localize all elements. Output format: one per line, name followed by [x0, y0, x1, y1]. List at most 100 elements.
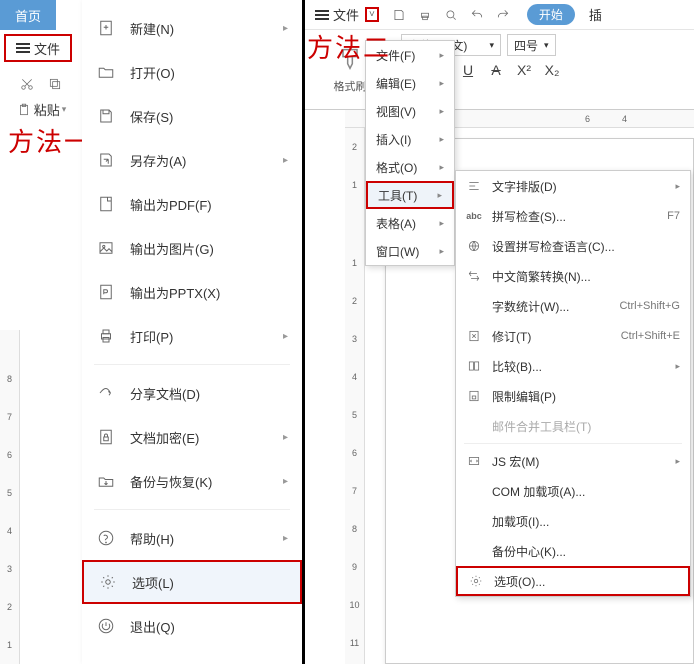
- menu-export-pptx[interactable]: 输出为PPTX(X): [82, 270, 302, 314]
- tool-word-count[interactable]: 字数统计(W)...Ctrl+Shift+G: [456, 291, 690, 321]
- cut-icon[interactable]: [19, 76, 35, 92]
- pdf-icon: [96, 194, 116, 214]
- tool-compare[interactable]: 比较(B)...▸: [456, 351, 690, 381]
- tab-insert[interactable]: 插: [589, 5, 602, 24]
- menu-share[interactable]: 分享文档(D): [82, 371, 302, 415]
- tool-spellcheck[interactable]: abc拼写检查(S)...F7: [456, 201, 690, 231]
- submenu-insert[interactable]: 插入(I)▸: [366, 125, 454, 153]
- submenu-tools[interactable]: 工具(T)▸: [366, 181, 454, 209]
- exit-icon: [96, 616, 116, 636]
- tab-home[interactable]: 首页: [0, 0, 56, 30]
- tool-restrict[interactable]: 限制编辑(P): [456, 381, 690, 411]
- subscript-button[interactable]: X₂: [543, 62, 561, 78]
- chevron-right-icon: ▸: [675, 361, 680, 372]
- save-as-icon: [96, 150, 116, 170]
- tool-revise[interactable]: 修订(T)Ctrl+Shift+E: [456, 321, 690, 351]
- preview-icon[interactable]: [443, 7, 459, 23]
- save-icon[interactable]: [391, 7, 407, 23]
- vertical-ruler: 12345678: [0, 330, 20, 664]
- chevron-right-icon: ▸: [283, 432, 288, 443]
- superscript-button[interactable]: X²: [515, 62, 533, 78]
- chevron-down-icon: ▾: [489, 40, 494, 51]
- pptx-icon: [96, 282, 116, 302]
- annotation-method-1: 方法一: [8, 122, 92, 159]
- underline-button[interactable]: U: [459, 62, 477, 78]
- menu-separator: [94, 364, 290, 365]
- menu-options[interactable]: 选项(L): [82, 560, 302, 604]
- menu-open[interactable]: 打开(O): [82, 50, 302, 94]
- submenu-view[interactable]: 视图(V)▸: [366, 97, 454, 125]
- quick-access-toolbar: 文件 ˅ 开始 插: [305, 0, 694, 30]
- chevron-right-icon: ▸: [675, 456, 680, 467]
- undo-icon[interactable]: [469, 7, 485, 23]
- tool-js-macro[interactable]: JS 宏(M)▸: [456, 446, 690, 476]
- menu-print[interactable]: 打印(P)▸: [82, 314, 302, 358]
- submenu-format[interactable]: 格式(O)▸: [366, 153, 454, 181]
- copy-icon[interactable]: [47, 76, 63, 92]
- submenu-window[interactable]: 窗口(W)▸: [366, 237, 454, 265]
- file-button[interactable]: 文件: [311, 3, 363, 26]
- convert-icon: [466, 268, 482, 284]
- menu-new[interactable]: 新建(N)▸: [82, 6, 302, 50]
- paste-label: 粘贴: [34, 100, 60, 119]
- tab-start[interactable]: 开始: [527, 4, 575, 25]
- chevron-right-icon: ▸: [439, 50, 444, 61]
- strike-button[interactable]: A: [487, 62, 505, 78]
- print-icon: [96, 326, 116, 346]
- chevron-right-icon: ▸: [439, 78, 444, 89]
- classic-menu-dropdown: 文件(F)▸ 编辑(E)▸ 视图(V)▸ 插入(I)▸ 格式(O)▸ 工具(T)…: [365, 40, 455, 266]
- menu-exit[interactable]: 退出(Q): [82, 604, 302, 648]
- qat-icons: [391, 7, 511, 23]
- chevron-right-icon: ▸: [439, 162, 444, 173]
- macro-icon: [466, 453, 482, 469]
- backup-icon: [96, 471, 116, 491]
- compare-icon: [466, 358, 482, 374]
- count-icon: [466, 298, 482, 314]
- file-button[interactable]: 文件: [4, 34, 72, 62]
- menu-export-image[interactable]: 输出为图片(G): [82, 226, 302, 270]
- file-button-label: 文件: [333, 5, 359, 24]
- file-menu-dropdown: 新建(N)▸ 打开(O) 保存(S) 另存为(A)▸ 输出为PDF(F) 输出为…: [82, 0, 302, 664]
- menu-save[interactable]: 保存(S): [82, 94, 302, 138]
- chevron-right-icon: ▸: [439, 106, 444, 117]
- layout-icon: [466, 178, 482, 194]
- redo-icon[interactable]: [495, 7, 511, 23]
- menu-encrypt[interactable]: 文档加密(E)▸: [82, 415, 302, 459]
- menu-export-pdf[interactable]: 输出为PDF(F): [82, 182, 302, 226]
- abc-icon: abc: [466, 208, 482, 224]
- image-icon: [96, 238, 116, 258]
- folder-icon: [96, 62, 116, 82]
- submenu-edit[interactable]: 编辑(E)▸: [366, 69, 454, 97]
- share-icon: [96, 383, 116, 403]
- menu-backup[interactable]: 备份与恢复(K)▸: [82, 459, 302, 503]
- paste-button[interactable]: 粘贴 ▾: [0, 96, 82, 123]
- chevron-right-icon: ▸: [283, 331, 288, 342]
- chevron-right-icon: ▸: [675, 181, 680, 192]
- lock-icon: [96, 427, 116, 447]
- gear-icon: [468, 573, 484, 589]
- tool-com-addin[interactable]: COM 加载项(A)...: [456, 476, 690, 506]
- tool-text-layout[interactable]: 文字排版(D)▸: [456, 171, 690, 201]
- tool-options[interactable]: 选项(O)...: [456, 566, 690, 596]
- chevron-right-icon: ▸: [439, 218, 444, 229]
- print-icon[interactable]: [417, 7, 433, 23]
- paste-group: 粘贴 ▾: [0, 72, 82, 123]
- hamburger-icon: [315, 10, 329, 20]
- restrict-icon: [466, 388, 482, 404]
- font-size-select[interactable]: 四号▾: [507, 34, 556, 56]
- menu-help[interactable]: 帮助(H)▸: [82, 516, 302, 560]
- globe-icon: [466, 238, 482, 254]
- tool-backup-center[interactable]: 备份中心(K)...: [456, 536, 690, 566]
- tool-addin[interactable]: 加载项(I)...: [456, 506, 690, 536]
- chevron-right-icon: ▸: [283, 476, 288, 487]
- dropdown-icon: ▾: [62, 104, 67, 115]
- format-brush-label: 格式刷: [334, 78, 367, 94]
- file-dropdown-icon[interactable]: ˅: [365, 7, 379, 22]
- menu-separator: [94, 509, 290, 510]
- chevron-right-icon: ▸: [283, 155, 288, 166]
- annotation-method-2: 方法二: [307, 28, 391, 65]
- tool-zh-convert[interactable]: 中文简繁转换(N)...: [456, 261, 690, 291]
- submenu-table[interactable]: 表格(A)▸: [366, 209, 454, 237]
- tool-spell-lang[interactable]: 设置拼写检查语言(C)...: [456, 231, 690, 261]
- menu-save-as[interactable]: 另存为(A)▸: [82, 138, 302, 182]
